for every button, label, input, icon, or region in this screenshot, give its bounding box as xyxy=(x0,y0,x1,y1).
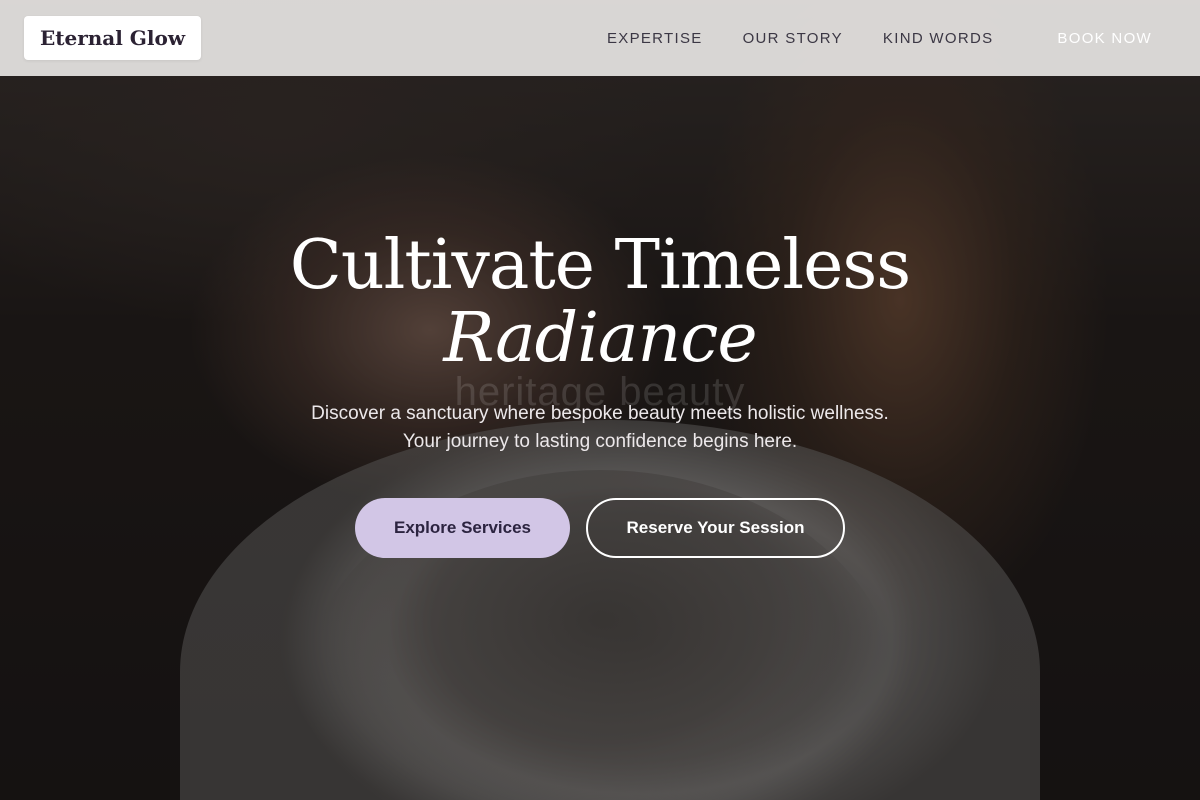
nav-link-expertise[interactable]: EXPERTISE xyxy=(607,30,703,47)
nav-link-kind-words[interactable]: KIND WORDS xyxy=(883,30,994,47)
logo[interactable]: Eternal Glow xyxy=(24,16,202,60)
site-header: Eternal Glow EXPERTISE OUR STORY KIND WO… xyxy=(0,0,1200,76)
hero-headline-line2: Radiance xyxy=(443,299,757,378)
hero-section: heritage beauty Cultivate Timeless Radia… xyxy=(0,230,1200,558)
hero-headline: Cultivate Timeless Radiance xyxy=(0,230,1200,376)
hero-watermark-text: heritage beauty xyxy=(454,370,746,414)
explore-services-button[interactable]: Explore Services xyxy=(355,498,570,558)
hero-cta-row: Explore Services Reserve Your Session xyxy=(0,498,1200,558)
nav-link-our-story[interactable]: OUR STORY xyxy=(743,30,843,47)
book-now-link[interactable]: BOOK NOW xyxy=(1057,30,1152,47)
reserve-session-button[interactable]: Reserve Your Session xyxy=(586,498,845,558)
hero-headline-line1: Cultivate Timeless xyxy=(289,226,911,305)
main-nav: EXPERTISE OUR STORY KIND WORDS BOOK NOW xyxy=(607,30,1176,47)
hero-subtext-line2: Your journey to lasting confidence begin… xyxy=(402,431,798,452)
